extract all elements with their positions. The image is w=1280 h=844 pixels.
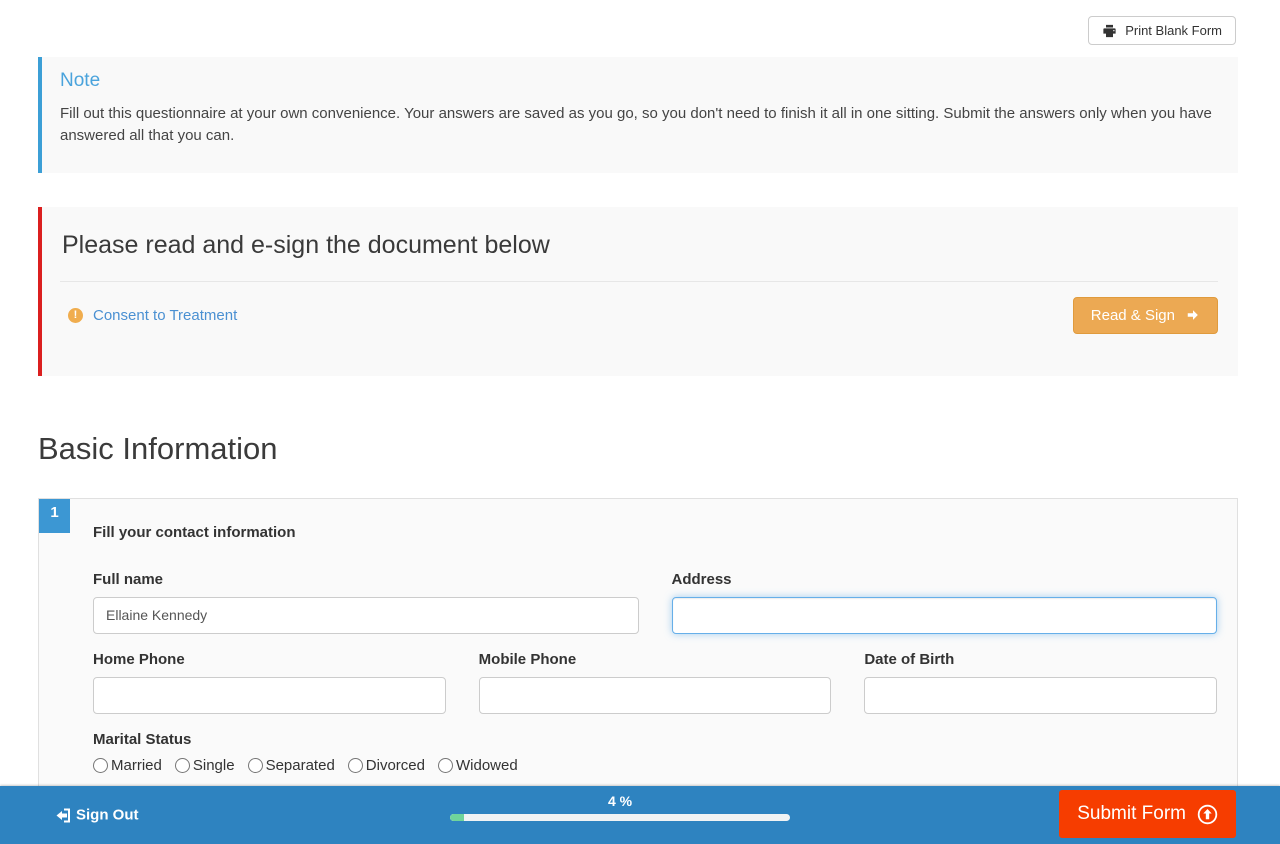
read-and-sign-button[interactable]: Read & Sign <box>1073 297 1218 334</box>
mobile-phone-group: Mobile Phone <box>479 651 832 714</box>
section-number-badge: 1 <box>39 499 70 533</box>
marital-radio-separated[interactable] <box>248 758 263 773</box>
form-row-2: Home Phone Mobile Phone Date of Birth <box>93 651 1217 714</box>
mobile-phone-label: Mobile Phone <box>479 651 832 668</box>
submit-form-button[interactable]: Submit Form <box>1059 790 1236 838</box>
sign-out-label: Sign Out <box>76 807 139 824</box>
print-blank-form-button[interactable]: Print Blank Form <box>1088 16 1236 45</box>
submit-form-label: Submit Form <box>1077 803 1186 825</box>
marital-radio-widowed[interactable] <box>438 758 453 773</box>
section-title: Fill your contact information <box>93 524 1217 541</box>
form-row-1: Full name Address <box>93 571 1217 634</box>
address-label: Address <box>672 571 1218 588</box>
marital-option-divorced[interactable]: Divorced <box>348 757 425 774</box>
page-title: Basic Information <box>38 431 1280 467</box>
full-name-group: Full name <box>93 571 639 634</box>
progress-track <box>450 814 790 821</box>
marital-option-label: Widowed <box>456 757 518 774</box>
marital-status-options: Married Single Separated Divorced Widowe… <box>93 757 1217 774</box>
consent-document-link[interactable]: Consent to Treatment <box>93 307 237 324</box>
progress-fill <box>450 814 464 821</box>
marital-status-label: Marital Status <box>93 731 1217 748</box>
marital-option-married[interactable]: Married <box>93 757 162 774</box>
note-title: Note <box>60 70 1216 92</box>
marital-radio-divorced[interactable] <box>348 758 363 773</box>
document-link-wrap: ! Consent to Treatment <box>60 307 237 324</box>
esign-title: Please read and e-sign the document belo… <box>62 231 1218 260</box>
toolbar: Print Blank Form <box>0 0 1280 45</box>
marital-option-label: Married <box>111 757 162 774</box>
marital-option-label: Divorced <box>366 757 425 774</box>
esign-document-row: ! Consent to Treatment Read & Sign <box>60 282 1218 334</box>
address-group: Address <box>672 571 1218 634</box>
arrow-right-icon <box>1186 308 1200 322</box>
home-phone-input[interactable] <box>93 677 446 714</box>
full-name-input[interactable] <box>93 597 639 634</box>
progress-percent-label: 4 % <box>450 793 790 809</box>
home-phone-group: Home Phone <box>93 651 446 714</box>
note-panel: Note Fill out this questionnaire at your… <box>38 57 1238 173</box>
address-input[interactable] <box>672 597 1218 634</box>
arrow-up-circle-icon <box>1197 804 1218 825</box>
marital-option-single[interactable]: Single <box>175 757 235 774</box>
date-of-birth-input[interactable] <box>864 677 1217 714</box>
full-name-label: Full name <box>93 571 639 588</box>
mobile-phone-input[interactable] <box>479 677 832 714</box>
marital-status-group: Marital Status Married Single Separated … <box>93 731 1217 774</box>
warning-icon: ! <box>68 308 83 323</box>
section-1-panel: 1 Fill your contact information Full nam… <box>38 498 1238 835</box>
footer-bar: Sign Out 4 % Submit Form <box>0 786 1280 844</box>
progress-indicator: 4 % <box>450 793 790 821</box>
marital-option-separated[interactable]: Separated <box>248 757 335 774</box>
read-and-sign-label: Read & Sign <box>1091 307 1175 324</box>
note-body: Fill out this questionnaire at your own … <box>60 103 1216 147</box>
print-blank-form-label: Print Blank Form <box>1125 23 1222 38</box>
sign-out-button[interactable]: Sign Out <box>55 807 139 824</box>
printer-icon <box>1102 24 1117 38</box>
esign-panel: Please read and e-sign the document belo… <box>38 207 1238 376</box>
marital-option-label: Separated <box>266 757 335 774</box>
date-of-birth-label: Date of Birth <box>864 651 1217 668</box>
marital-option-widowed[interactable]: Widowed <box>438 757 518 774</box>
date-of-birth-group: Date of Birth <box>864 651 1217 714</box>
marital-option-label: Single <box>193 757 235 774</box>
marital-radio-married[interactable] <box>93 758 108 773</box>
sign-out-icon <box>55 807 71 823</box>
home-phone-label: Home Phone <box>93 651 446 668</box>
marital-radio-single[interactable] <box>175 758 190 773</box>
